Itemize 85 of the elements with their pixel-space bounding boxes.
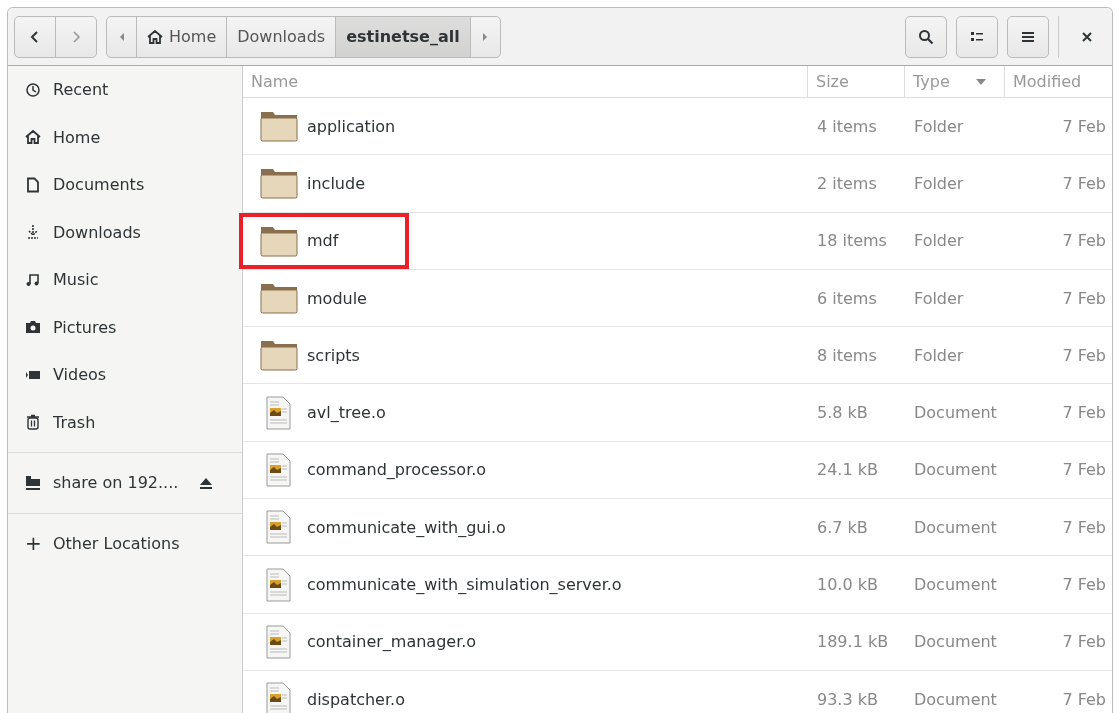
file-name: mdf xyxy=(307,231,339,251)
table-cell-text: 7 Feb xyxy=(1061,516,1107,539)
scroll-right-button[interactable] xyxy=(469,15,501,58)
table-cell-text: 10.0 kB xyxy=(816,574,879,596)
folder-icon xyxy=(259,338,299,373)
file-name: dispatcher.o xyxy=(307,689,405,709)
table-cell-text: 18 items xyxy=(816,230,888,253)
table-cell-text: 7 Feb xyxy=(1061,230,1107,253)
home-icon xyxy=(25,129,41,146)
sidebar-item[interactable]: + Other Locations xyxy=(8,519,242,567)
file-name: communicate_with_gui.o xyxy=(307,517,506,537)
computer-icon xyxy=(25,474,41,491)
file-name: communicate_with_simulation_server.o xyxy=(307,575,622,594)
back-button[interactable] xyxy=(14,15,56,58)
table-cell-text: 7 Feb xyxy=(1061,115,1107,138)
table-cell-text: Folder xyxy=(913,172,965,195)
file-name: module xyxy=(307,288,367,308)
trash-icon xyxy=(25,414,41,431)
table-cell-text: 4 items xyxy=(816,115,878,138)
table-cell-text: Folder xyxy=(913,344,965,367)
sidebar-item[interactable]: Downloads xyxy=(8,208,242,256)
table-cell-text: Folder xyxy=(913,115,965,138)
table-cell-text: 7 Feb xyxy=(1061,287,1107,310)
sidebar-item[interactable]: share on 192.... xyxy=(8,459,242,507)
table-cell-text: 8 items xyxy=(816,344,878,367)
table-cell-text: Folder xyxy=(913,287,965,310)
table-cell-text: 93.3 kB xyxy=(816,688,879,711)
file-name: application xyxy=(307,116,396,136)
table-cell-text: 6 items xyxy=(816,287,878,310)
view-toggle-button[interactable] xyxy=(956,15,998,58)
table-cell-text: 6.7 kB xyxy=(816,516,869,539)
scroll-left-button[interactable] xyxy=(106,15,137,58)
table-cell-text: Document xyxy=(913,631,998,654)
file-name: avl_tree.o xyxy=(307,403,386,423)
file-name: include xyxy=(307,173,365,193)
table-cell-text: 7 Feb xyxy=(1061,344,1107,367)
path-button[interactable]: estinetse_all xyxy=(335,15,471,58)
table-cell-text: 189.1 kB xyxy=(816,631,890,654)
table-cell-text: Folder xyxy=(913,230,965,253)
table-cell-text: Document xyxy=(913,459,998,482)
table-cell-text: 5.8 kB xyxy=(816,402,869,425)
file-name: scripts xyxy=(307,345,360,365)
list-icon xyxy=(970,30,984,43)
back-icon xyxy=(29,29,41,44)
table-cell-text: Document xyxy=(913,688,998,711)
forward-button[interactable] xyxy=(55,15,97,58)
forward-icon xyxy=(70,29,82,44)
folder-icon xyxy=(259,166,299,201)
table-cell-text: 7 Feb xyxy=(1061,688,1107,711)
sidebar-item[interactable]: Recent xyxy=(8,66,242,114)
clock-icon xyxy=(25,81,41,98)
music-icon xyxy=(25,271,41,288)
table-cell-text: 7 Feb xyxy=(1061,459,1107,482)
folder-icon xyxy=(259,281,299,316)
menu-icon xyxy=(1022,30,1034,43)
menu-button[interactable] xyxy=(1007,15,1049,58)
table-cell-text: Document xyxy=(913,574,998,596)
sidebar-item[interactable]: Home xyxy=(8,113,242,161)
path-button[interactable]: Home xyxy=(136,15,228,58)
document-icon xyxy=(25,176,41,193)
search-icon xyxy=(918,28,934,45)
close-icon xyxy=(1082,31,1092,42)
sidebar-item[interactable]: Pictures xyxy=(8,303,242,351)
right-arrow-icon xyxy=(481,31,490,42)
path-button[interactable]: Downloads xyxy=(226,15,337,58)
folder-icon xyxy=(259,109,299,144)
table-cell-text: 24.1 kB xyxy=(816,459,879,482)
table-cell-text: Document xyxy=(913,402,998,425)
camera-icon xyxy=(25,319,41,336)
table-cell-text: 7 Feb xyxy=(1061,631,1107,654)
table-cell-text: Document xyxy=(913,516,998,539)
table-cell-text: 7 Feb xyxy=(1061,172,1107,195)
table-cell-text: 7 Feb xyxy=(1061,574,1107,596)
plus-icon: + xyxy=(25,531,41,556)
home-icon xyxy=(147,29,163,44)
sidebar-item[interactable]: Documents xyxy=(8,161,242,209)
file-name: command_processor.o xyxy=(307,460,487,480)
sidebar-item[interactable]: Trash xyxy=(8,398,242,446)
download-icon xyxy=(25,224,41,241)
table-cell-text: 7 Feb xyxy=(1061,402,1107,425)
search-button[interactable] xyxy=(905,15,947,58)
table-cell-text: 2 items xyxy=(816,172,878,195)
file-name: container_manager.o xyxy=(307,632,477,652)
sidebar-item[interactable]: Music xyxy=(8,256,242,304)
sidebar-item[interactable]: Videos xyxy=(8,351,242,399)
